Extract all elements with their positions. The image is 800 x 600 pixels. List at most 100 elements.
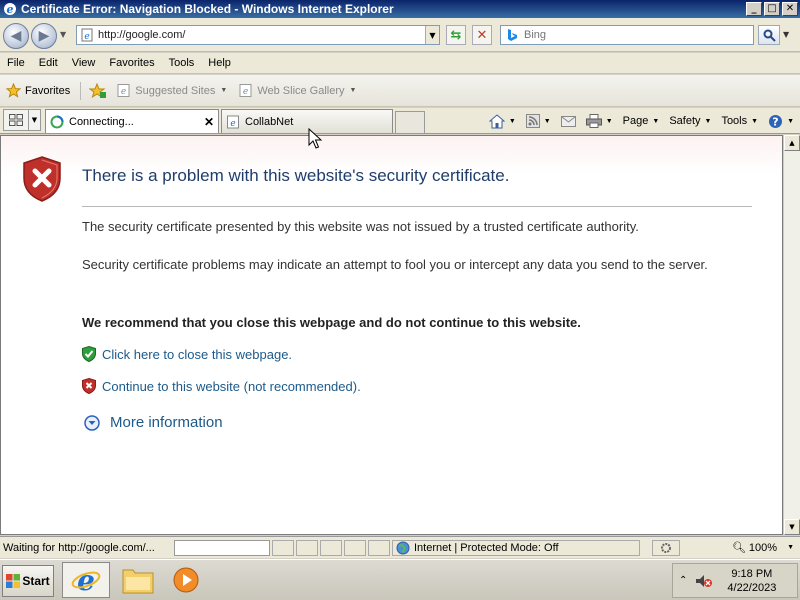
gear-icon (661, 542, 671, 553)
status-pane (344, 539, 366, 556)
tab-row: ▼ Connecting... ✕ e CollabNet ▼ ▼ ▼ Page… (0, 108, 800, 134)
continue-label[interactable]: Continue to this website (not recommende… (102, 379, 361, 394)
feeds-button[interactable]: ▼ (525, 114, 551, 128)
svg-text:e: e (77, 565, 95, 595)
menu-edit[interactable]: Edit (32, 57, 65, 69)
taskbar-media-player[interactable] (162, 562, 210, 598)
scroll-down-icon[interactable]: ▼ (784, 519, 800, 535)
page-icon: e (81, 28, 93, 42)
expand-circle-icon (84, 414, 100, 431)
close-tab-icon[interactable]: ✕ (204, 115, 214, 129)
print-button[interactable]: ▼ (585, 114, 613, 128)
web-slice-gallery-link[interactable]: e Web Slice Gallery ▼ (233, 84, 362, 97)
divider (82, 206, 752, 207)
search-button[interactable] (758, 25, 780, 45)
svg-text:e: e (243, 87, 248, 97)
start-label: Start (22, 574, 50, 588)
error-shield-icon (23, 156, 61, 202)
security-zone[interactable]: Internet | Protected Mode: Off (392, 539, 640, 556)
chevron-down-icon: ▼ (220, 87, 228, 94)
ie-page-icon: e (239, 84, 252, 97)
help-button[interactable]: ? ▼ (768, 114, 794, 129)
maximize-button[interactable]: □ (764, 2, 780, 16)
page-menu-label: Page (622, 115, 649, 127)
chevron-down-icon: ▼ (543, 117, 551, 125)
vertical-scrollbar[interactable]: ▲ ▼ (783, 135, 800, 535)
volume-muted-icon[interactable] (695, 574, 713, 588)
window-titlebar[interactable]: e Certificate Error: Navigation Blocked … (0, 0, 800, 18)
tab-collabnet[interactable]: e CollabNet (221, 109, 393, 133)
chevron-down-icon: ▼ (349, 87, 357, 94)
quick-tabs-icon (9, 114, 23, 126)
search-input[interactable] (524, 29, 744, 41)
back-arrow-icon: ◀ (10, 28, 22, 44)
close-webpage-label[interactable]: Click here to close this webpage. (102, 347, 292, 362)
more-information-toggle[interactable]: More information (84, 414, 223, 431)
more-information-label[interactable]: More information (110, 414, 223, 431)
recommendation-text: We recommend that you close this webpage… (82, 315, 581, 330)
progress-bar (174, 539, 270, 556)
ie-icon: e (71, 565, 101, 595)
protected-mode-button[interactable] (652, 539, 680, 556)
new-tab-button[interactable] (395, 111, 425, 133)
refresh-button[interactable]: ⇆ (446, 25, 466, 45)
ie-page-icon: e (117, 84, 130, 97)
bing-icon (508, 29, 517, 41)
svg-text:e: e (7, 3, 14, 16)
folder-icon (122, 569, 154, 594)
close-window-button[interactable]: ✕ (782, 2, 798, 16)
command-bar: ▼ ▼ ▼ Page ▼ Safety ▼ Tools ▼ ? ▼ (479, 110, 794, 132)
chevron-down-icon: ▼ (652, 117, 660, 125)
zoom-control[interactable]: 🔍︎ 100% ▼ (731, 541, 794, 555)
menu-tools[interactable]: Tools (162, 57, 202, 69)
show-hidden-icons-chevron[interactable]: ⌃ (679, 575, 687, 586)
chevron-down-icon: ▼ (605, 117, 613, 125)
history-dropdown[interactable]: ▼ (60, 30, 72, 39)
windows-logo-icon (6, 574, 21, 588)
svg-text:?: ? (772, 115, 778, 128)
menu-view[interactable]: View (65, 57, 103, 69)
address-bar[interactable]: e http://google.com/ ▼ (76, 25, 440, 45)
tools-menu[interactable]: Tools ▼ (721, 115, 758, 127)
scroll-up-icon[interactable]: ▲ (784, 135, 800, 151)
safety-menu-label: Safety (669, 115, 701, 127)
menu-file[interactable]: File (0, 57, 32, 69)
add-favorite-icon[interactable] (89, 82, 107, 99)
search-options-dropdown[interactable]: ▼ (783, 30, 789, 39)
system-clock[interactable]: 9:18 PM 4/22/2023 (727, 567, 776, 595)
read-mail-button[interactable] (560, 115, 576, 127)
back-button[interactable]: ◀ (3, 23, 29, 49)
search-box[interactable] (500, 25, 754, 45)
page-menu[interactable]: Page ▼ (623, 115, 660, 127)
favorites-button[interactable]: Favorites (0, 83, 76, 98)
forward-button[interactable]: ▶ (31, 23, 57, 49)
taskbar-internet-explorer[interactable]: e (62, 562, 110, 598)
quick-tabs-button[interactable] (3, 109, 29, 131)
clock-date: 4/22/2023 (727, 581, 777, 594)
svg-text:e: e (84, 32, 89, 42)
continue-to-website-link[interactable]: Continue to this website (not recommende… (82, 378, 361, 394)
stop-button[interactable]: ✕ (472, 25, 492, 45)
refresh-icon: ⇆ (450, 27, 462, 43)
minimize-button[interactable]: _ (746, 2, 762, 16)
tab-list-dropdown[interactable]: ▼ (29, 109, 41, 131)
zoom-icon: 🔍︎ (731, 542, 746, 554)
status-bar: Waiting for http://google.com/... Intern… (0, 536, 800, 558)
address-url[interactable]: http://google.com/ (98, 29, 425, 41)
loading-icon (50, 115, 64, 128)
close-webpage-link[interactable]: Click here to close this webpage. (82, 346, 292, 362)
address-dropdown[interactable]: ▼ (425, 26, 439, 44)
menu-help[interactable]: Help (201, 57, 238, 69)
start-button[interactable]: Start (2, 565, 54, 597)
mail-icon (560, 115, 576, 127)
suggested-sites-link[interactable]: e Suggested Sites ▼ (111, 84, 233, 97)
notification-area: ⌃ 9:18 PM 4/22/2023 (672, 563, 798, 598)
tab-connecting[interactable]: Connecting... ✕ (45, 109, 219, 133)
star-icon (6, 83, 21, 98)
home-button[interactable]: ▼ (488, 113, 516, 129)
safety-menu[interactable]: Safety ▼ (669, 115, 711, 127)
green-shield-check-icon (82, 346, 96, 362)
menu-favorites[interactable]: Favorites (102, 57, 161, 69)
svg-text:e: e (230, 119, 235, 129)
taskbar-file-explorer[interactable] (114, 562, 162, 598)
